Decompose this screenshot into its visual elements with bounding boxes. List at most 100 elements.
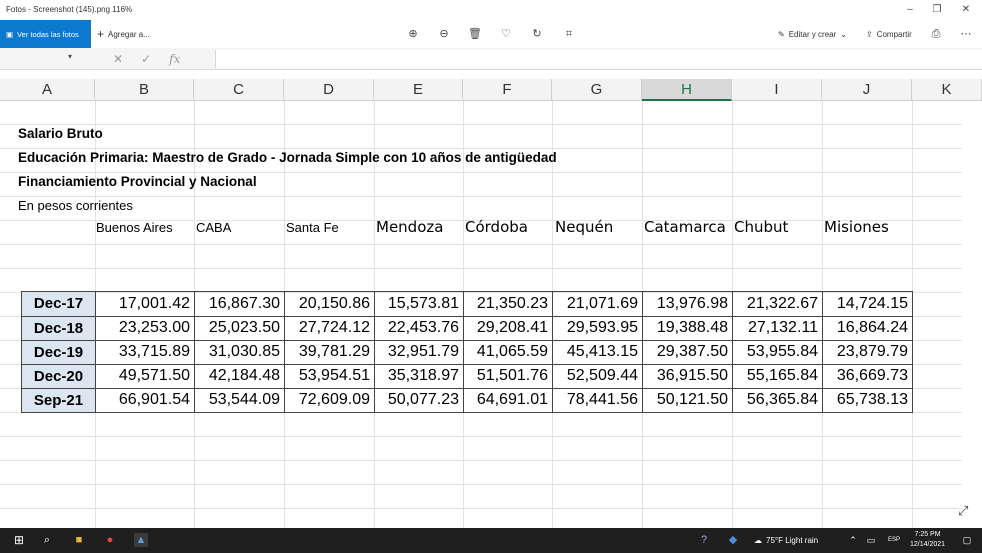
input-language[interactable]: ESP: [888, 537, 900, 543]
row-label-sep-21: Sep-21: [22, 389, 95, 412]
row-label-dec-17: Dec-17: [22, 292, 95, 316]
data-cell: 41,065.59: [476, 343, 548, 360]
minimize-button[interactable]: –: [900, 3, 920, 17]
province-header: Nequén: [555, 218, 614, 236]
data-cell: 53,955.84: [746, 343, 818, 360]
formula-input: [215, 50, 982, 68]
close-button[interactable]: ✕: [956, 3, 976, 17]
data-cell: 19,388.48: [656, 319, 728, 336]
help-icon[interactable]: ?: [697, 533, 711, 547]
data-cell: 16,864.24: [836, 319, 908, 336]
row-label-dec-20: Dec-20: [22, 365, 95, 388]
data-cell: 53,954.51: [298, 367, 370, 384]
data-cell: 21,071.69: [566, 295, 638, 312]
formula-bar-icons: ✕ ✓ fx: [95, 48, 180, 70]
chevron-up-icon[interactable]: ⌃: [846, 533, 860, 547]
photo-viewer: ▾ ✕ ✓ fx A B C D E F G H I J K Salario B…: [0, 48, 982, 528]
data-cell: 21,350.23: [476, 295, 548, 312]
cloud-rain-icon: ☁: [754, 536, 762, 545]
delete-icon[interactable]: 🗑: [468, 27, 482, 41]
data-cell: 55,165.84: [746, 367, 818, 384]
gallery-icon: ▣: [6, 29, 14, 39]
sheet-financing: Financiamiento Provincial y Nacional: [18, 174, 257, 189]
sheet-units: En pesos corrientes: [18, 198, 133, 213]
data-cell: 29,387.50: [656, 343, 728, 360]
more-options-icon[interactable]: ⋯: [959, 27, 973, 41]
edit-create-label: Editar y crear: [788, 29, 837, 39]
rotate-icon[interactable]: ↻: [530, 27, 544, 41]
data-cell: 35,318.97: [387, 367, 459, 384]
title-bar: Fotos - Screenshot (145).png 116% – ❐ ✕: [0, 0, 982, 20]
plus-icon: +: [97, 27, 105, 41]
data-cell: 39,781.29: [298, 343, 370, 360]
app-icon[interactable]: ◆: [726, 533, 740, 547]
column-header: F: [463, 79, 552, 101]
data-cell: 21,322.67: [746, 295, 818, 312]
sheet-grid: Salario Bruto Educación Primaria: Maestr…: [0, 101, 962, 528]
expand-icon[interactable]: ⤢: [958, 503, 968, 519]
data-cell: 22,453.76: [387, 319, 459, 336]
data-cell: 36,669.73: [836, 367, 908, 384]
name-box-dropdown-icon: ▾: [68, 52, 73, 61]
row-label-dec-18: Dec-18: [22, 317, 95, 340]
province-header: Santa Fe: [286, 220, 339, 235]
add-to-label: Agregar a...: [108, 29, 150, 39]
data-cell: 23,253.00: [118, 319, 190, 336]
enter-check-icon: ✓: [141, 52, 152, 66]
photos-toolbar: ▣ Ver todas las fotos + Agregar a... ⊕ ⊖…: [0, 20, 982, 48]
province-header: Buenos Aires: [96, 220, 173, 235]
weather-text: 75°F Light rain: [766, 536, 819, 545]
view-all-photos-button[interactable]: ▣ Ver todas las fotos: [0, 20, 91, 48]
zoom-in-icon[interactable]: ⊕: [406, 27, 420, 41]
windows-start-icon[interactable]: ⊞: [12, 533, 26, 547]
data-cell: 56,365.84: [746, 391, 818, 408]
weather-widget[interactable]: ☁ 75°F Light rain: [754, 528, 818, 553]
data-cell: 16,867.30: [208, 295, 280, 312]
crop-icon[interactable]: ⌗: [562, 27, 576, 41]
search-icon[interactable]: ⌕: [40, 533, 54, 547]
province-header: Catamarca: [644, 218, 726, 236]
column-header: J: [822, 79, 912, 101]
data-cell: 64,691.01: [476, 391, 548, 408]
file-explorer-icon[interactable]: ■: [72, 533, 86, 547]
share-label: Compartir: [876, 29, 912, 39]
network-icon[interactable]: ▭: [864, 533, 878, 547]
chevron-down-icon: ⌄: [840, 29, 847, 39]
data-cell: 49,571.50: [118, 367, 190, 384]
photos-app-icon[interactable]: ▲: [134, 533, 148, 547]
add-to-button[interactable]: + Agregar a...: [97, 20, 150, 48]
maximize-button[interactable]: ❐: [927, 3, 947, 17]
data-cell: 31,030.85: [208, 343, 280, 360]
window-title: Fotos - Screenshot (145).png 116%: [6, 5, 133, 14]
column-header: G: [552, 79, 642, 101]
province-header: Córdoba: [465, 218, 528, 236]
data-cell: 27,724.12: [298, 319, 370, 336]
column-header: I: [732, 79, 822, 101]
sheet-subtitle: Educación Primaria: Maestro de Grado - J…: [18, 150, 557, 165]
province-header: Chubut: [734, 218, 789, 236]
column-headers: A B C D E F G H I J K: [0, 79, 982, 101]
column-header: E: [374, 79, 463, 101]
share-button[interactable]: ⇪ Compartir: [866, 20, 912, 48]
formula-bar: ▾ ✕ ✓ fx: [0, 48, 982, 70]
column-header: A: [0, 79, 95, 101]
edit-create-button[interactable]: ✎ Editar y crear ⌄: [778, 20, 847, 48]
notification-icon[interactable]: ▢: [960, 533, 974, 547]
data-cell: 33,715.89: [118, 343, 190, 360]
column-header: D: [284, 79, 374, 101]
clock-date: 12/14/2021: [910, 541, 946, 548]
clock[interactable]: 7:25 PM 12/14/2021: [910, 530, 945, 550]
data-cell: 29,208.41: [476, 319, 548, 336]
data-cell: 13,976.98: [656, 295, 728, 312]
data-cell: 27,132.11: [748, 319, 818, 336]
favorite-icon[interactable]: ♡: [499, 27, 513, 41]
province-header: CABA: [196, 220, 232, 235]
data-cell: 17,001.42: [118, 295, 190, 312]
data-cell: 23,879.79: [836, 343, 908, 360]
data-cell: 20,150.86: [298, 295, 370, 312]
chrome-icon[interactable]: ●: [103, 533, 117, 547]
column-header: K: [912, 79, 982, 101]
zoom-out-icon[interactable]: ⊖: [437, 27, 451, 41]
print-icon[interactable]: ⎙: [929, 27, 943, 41]
data-cell: 50,077.23: [387, 391, 459, 408]
